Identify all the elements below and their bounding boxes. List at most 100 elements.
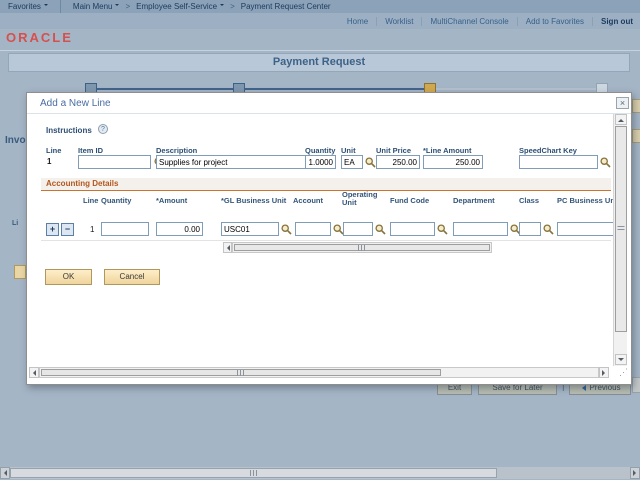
favorites-menu[interactable]: Favorites — [8, 2, 48, 11]
unit-field[interactable] — [341, 155, 363, 169]
dialog-vertical-scroll-thumb[interactable] — [615, 126, 627, 332]
button-fragment — [14, 265, 26, 279]
dialog-scroll-up-arrow[interactable] — [615, 114, 627, 125]
row-pc-business-unit-field[interactable] — [557, 222, 614, 236]
grid-scroll-left-arrow[interactable] — [223, 242, 232, 253]
dialog-horizontal-scrollbar[interactable] — [39, 367, 599, 378]
row-gl-business-unit-field[interactable] — [221, 222, 279, 236]
home-link[interactable]: Home — [347, 17, 368, 26]
add-row-button[interactable]: + — [46, 223, 59, 236]
description-label: Description — [156, 146, 198, 155]
arrow-left-icon — [1, 470, 7, 476]
sign-out-link[interactable]: Sign out — [601, 17, 633, 26]
row-quantity-field[interactable] — [101, 222, 149, 236]
main-menu[interactable]: Main Menu — [73, 2, 120, 11]
arrow-left-icon — [30, 369, 36, 376]
breadcrumb-separator-icon — [122, 2, 133, 11]
item-id-label: Item ID — [78, 146, 104, 155]
row-operating-unit-field[interactable] — [343, 222, 373, 236]
row-line-number: 1 — [90, 225, 95, 234]
row-department-field[interactable] — [453, 222, 508, 236]
breadcrumb-divider — [59, 0, 61, 13]
arrow-left-icon — [224, 244, 230, 251]
ok-button[interactable]: OK — [45, 269, 92, 285]
oracle-logo: ORACLE — [6, 30, 73, 45]
page-scroll-left-arrow[interactable] — [0, 467, 10, 479]
col-department: Department — [453, 196, 495, 205]
dialog-title-divider — [27, 113, 631, 114]
step-train-line-complete — [91, 88, 430, 90]
line-label-fragment: Li — [12, 220, 19, 227]
grid-scroll-thumb[interactable] — [234, 244, 490, 251]
search-icon[interactable] — [600, 157, 611, 168]
breadcrumb-employee-self-service[interactable]: Employee Self-Service — [136, 2, 225, 11]
resize-grip-icon[interactable] — [619, 367, 628, 378]
help-icon[interactable] — [98, 124, 108, 134]
col-account: Account — [293, 196, 323, 205]
quantity-field[interactable] — [305, 155, 336, 169]
invoice-heading-fragment: Invo — [5, 135, 26, 146]
page-scroll-right-arrow[interactable] — [630, 467, 640, 479]
line-amount-field[interactable] — [423, 155, 483, 169]
item-id-field[interactable] — [78, 155, 151, 169]
main-menu-label: Main Menu — [72, 2, 113, 11]
button-fragment — [632, 129, 640, 143]
dialog-scroll-thumb[interactable] — [41, 369, 441, 376]
unit-label: Unit — [341, 146, 356, 155]
link-divider — [516, 16, 518, 26]
dialog-vertical-scrollbar[interactable] — [613, 114, 627, 366]
scroll-grip-icon — [249, 470, 258, 476]
scroll-grip-icon — [358, 244, 366, 251]
col-line: Line — [83, 196, 99, 205]
search-icon[interactable] — [365, 157, 376, 168]
arrow-right-icon — [602, 369, 608, 376]
grid-horizontal-scrollbar[interactable] — [232, 242, 492, 253]
row-amount-field[interactable] — [156, 222, 203, 236]
search-icon[interactable] — [543, 224, 554, 235]
description-field[interactable] — [156, 155, 308, 169]
delete-row-button[interactable]: − — [61, 223, 74, 236]
breadcrumb-payment-request-center[interactable]: Payment Request Center — [241, 2, 331, 11]
dialog-title: Add a New Line — [40, 98, 111, 109]
row-class-field[interactable] — [519, 222, 541, 236]
link-divider — [592, 16, 593, 26]
row-fund-code-field[interactable] — [390, 222, 435, 236]
add-new-line-dialog: Add a New Line Instructions Line Item ID… — [26, 92, 632, 385]
accounting-details-title: Accounting Details — [46, 179, 119, 188]
page-title: Payment Request — [8, 53, 630, 72]
col-fund-code: Fund Code — [390, 196, 430, 205]
quantity-label: Quantity — [305, 146, 336, 155]
unit-price-label: Unit Price — [376, 146, 412, 155]
speedchart-key-field[interactable] — [519, 155, 598, 169]
utility-link-bar: Home Worklist MultiChannel Console Add t… — [0, 13, 640, 29]
breadcrumb-separator-icon — [227, 2, 238, 11]
scroll-grip-icon — [237, 369, 245, 376]
unit-price-field[interactable] — [376, 155, 420, 169]
crumb-label: Employee Self-Service — [136, 2, 218, 11]
speedchart-key-label: SpeedChart Key — [519, 146, 577, 155]
plus-icon: + — [49, 224, 56, 234]
col-quantity: Quantity — [101, 196, 132, 205]
close-icon[interactable] — [616, 97, 629, 109]
multichannel-console-link[interactable]: MultiChannel Console — [430, 17, 508, 26]
page-scroll-thumb[interactable] — [10, 468, 497, 478]
search-icon[interactable] — [375, 224, 386, 235]
cancel-button[interactable]: Cancel — [104, 269, 160, 285]
row-account-field[interactable] — [295, 222, 331, 236]
search-icon[interactable] — [281, 224, 292, 235]
dialog-scroll-down-arrow[interactable] — [615, 354, 627, 365]
favorites-label: Favorites — [8, 2, 41, 11]
col-pc-business-unit: PC Business Unit — [557, 196, 620, 205]
add-to-favorites-link[interactable]: Add to Favorites — [526, 17, 584, 26]
line-number-value: 1 — [47, 157, 52, 166]
col-amount: *Amount — [156, 196, 188, 205]
dialog-scroll-right-arrow[interactable] — [599, 367, 609, 378]
search-icon[interactable] — [437, 224, 448, 235]
minus-icon: − — [64, 224, 71, 234]
dialog-scroll-left-arrow[interactable] — [29, 367, 39, 378]
accounting-details-header — [41, 178, 611, 191]
col-class: Class — [519, 196, 540, 205]
arrow-down-icon — [618, 357, 624, 364]
grid-bottom-border — [41, 240, 611, 241]
worklist-link[interactable]: Worklist — [385, 17, 413, 26]
